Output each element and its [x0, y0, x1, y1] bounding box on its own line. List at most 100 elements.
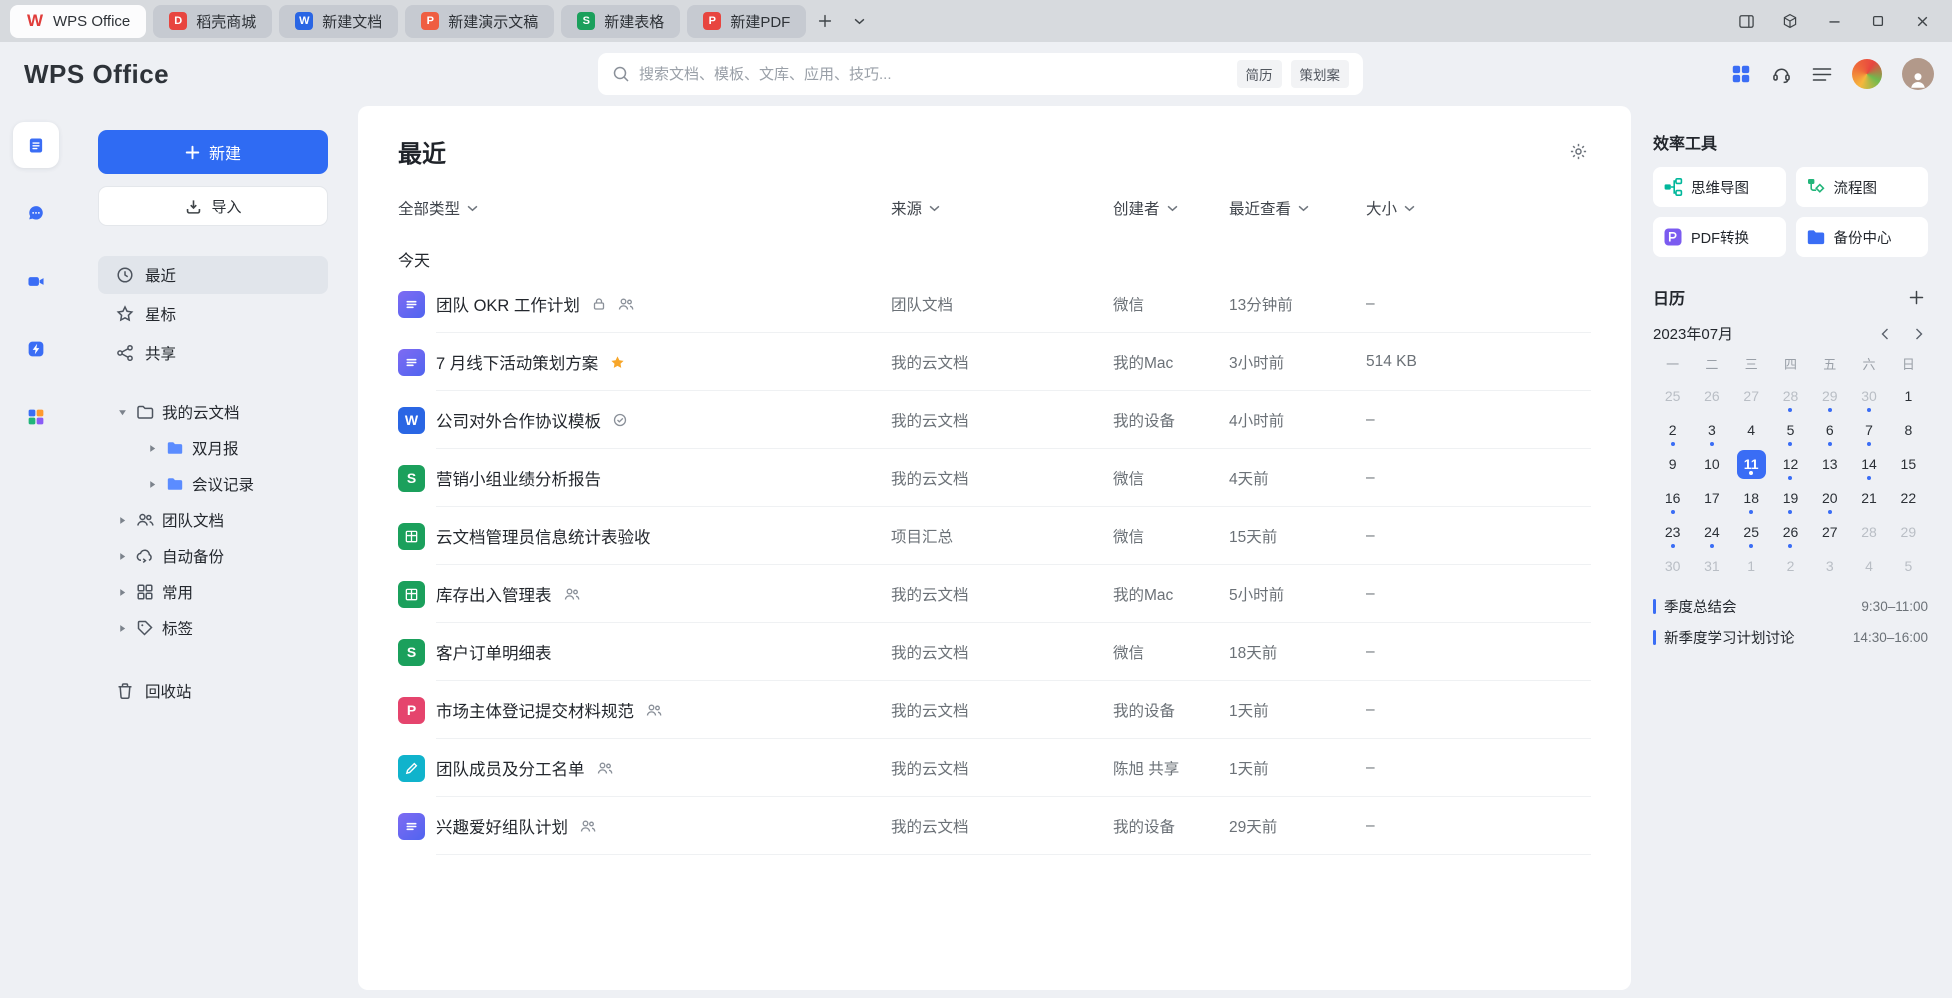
tree-item-my-cloud-docs[interactable]: 我的云文档: [98, 394, 328, 430]
caret-right-icon[interactable]: [116, 552, 128, 561]
file-row[interactable]: 团队 OKR 工作计划团队文档微信13分钟前–: [398, 275, 1591, 333]
filter-last-viewed[interactable]: 最近查看: [1229, 197, 1366, 219]
settings-gear-button[interactable]: [1565, 139, 1591, 165]
calendar-day[interactable]: 13: [1810, 448, 1849, 480]
tool-mindmap[interactable]: 思维导图: [1653, 167, 1786, 207]
calendar-day[interactable]: 28: [1849, 516, 1888, 548]
widgets-box-button[interactable]: [1768, 0, 1812, 42]
file-row[interactable]: S客户订单明细表我的云文档微信18天前–: [398, 623, 1591, 681]
avatar[interactable]: [1902, 58, 1934, 90]
calendar-day[interactable]: 9: [1653, 448, 1692, 480]
calendar-day[interactable]: 29: [1889, 516, 1928, 548]
file-row[interactable]: P市场主体登记提交材料规范我的云文档我的设备1天前–: [398, 681, 1591, 739]
calendar-day[interactable]: 24: [1692, 516, 1731, 548]
calendar-next-button[interactable]: [1910, 325, 1928, 343]
tab-2[interactable]: W新建文档: [279, 5, 398, 38]
calendar-day[interactable]: 26: [1692, 380, 1731, 412]
caret-right-icon[interactable]: [116, 516, 128, 525]
trash-item[interactable]: 回收站: [98, 672, 328, 710]
rail-item-app-center[interactable]: [13, 394, 59, 440]
file-row[interactable]: S营销小组业绩分析报告我的云文档微信4天前–: [398, 449, 1591, 507]
calendar-day[interactable]: 4: [1732, 414, 1771, 446]
tab-0[interactable]: WWPS Office: [10, 5, 146, 38]
caret-right-icon[interactable]: [146, 480, 158, 489]
calendar-day[interactable]: 21: [1849, 482, 1888, 514]
calendar-day[interactable]: 15: [1889, 448, 1928, 480]
calendar-day[interactable]: 29: [1810, 380, 1849, 412]
calendar-day[interactable]: 11: [1732, 448, 1771, 480]
caret-right-icon[interactable]: [146, 444, 158, 453]
sidebar-item-starred[interactable]: 星标: [98, 295, 328, 333]
search-input[interactable]: [639, 66, 1228, 83]
calendar-day[interactable]: 22: [1889, 482, 1928, 514]
calendar-day[interactable]: 27: [1732, 380, 1771, 412]
calendar-day[interactable]: 3: [1692, 414, 1731, 446]
calendar-prev-button[interactable]: [1876, 325, 1894, 343]
calendar-day[interactable]: 30: [1653, 550, 1692, 582]
minimize-button[interactable]: [1812, 0, 1856, 42]
new-tab-button[interactable]: [810, 6, 840, 36]
calendar-day[interactable]: 27: [1810, 516, 1849, 548]
calendar-day[interactable]: 2: [1653, 414, 1692, 446]
layout-panel-button[interactable]: [1724, 0, 1768, 42]
calendar-day[interactable]: 6: [1810, 414, 1849, 446]
calendar-day[interactable]: 5: [1889, 550, 1928, 582]
tab-list-chevron-button[interactable]: [844, 6, 874, 36]
tree-item-tags[interactable]: 标签: [98, 610, 328, 646]
search-tag-plan[interactable]: 策划案: [1291, 60, 1350, 88]
tool-backup-center[interactable]: 备份中心: [1796, 217, 1929, 257]
calendar-day[interactable]: 4: [1849, 550, 1888, 582]
calendar-day[interactable]: 23: [1653, 516, 1692, 548]
menu-icon[interactable]: [1812, 66, 1832, 83]
calendar-day[interactable]: 3: [1810, 550, 1849, 582]
new-document-button[interactable]: 新建: [98, 130, 328, 174]
calendar-day[interactable]: 1: [1889, 380, 1928, 412]
tree-item-frequent[interactable]: 常用: [98, 574, 328, 610]
calendar-day[interactable]: 2: [1771, 550, 1810, 582]
calendar-day[interactable]: 31: [1692, 550, 1731, 582]
calendar-day[interactable]: 30: [1849, 380, 1888, 412]
file-row[interactable]: 团队成员及分工名单我的云文档陈旭 共享1天前–: [398, 739, 1591, 797]
tree-item-bimonthly-report[interactable]: 双月报: [98, 430, 328, 466]
sidebar-item-recent[interactable]: 最近: [98, 256, 328, 294]
apps-grid-icon[interactable]: [1731, 64, 1751, 84]
calendar-day[interactable]: 14: [1849, 448, 1888, 480]
rail-item-docs-home[interactable]: [13, 122, 59, 168]
calendar-day[interactable]: 10: [1692, 448, 1731, 480]
file-row[interactable]: W公司对外合作协议模板我的云文档我的设备4小时前–: [398, 391, 1591, 449]
calendar-day[interactable]: 28: [1771, 380, 1810, 412]
search-tag-resume[interactable]: 简历: [1237, 60, 1282, 88]
caret-right-icon[interactable]: [116, 588, 128, 597]
calendar-day[interactable]: 18: [1732, 482, 1771, 514]
import-button[interactable]: 导入: [98, 186, 328, 226]
calendar-day[interactable]: 25: [1653, 380, 1692, 412]
tab-1[interactable]: D稻壳商城: [153, 5, 272, 38]
event-item[interactable]: 新季度学习计划讨论 14:30–16:00: [1653, 627, 1928, 648]
calendar-day[interactable]: 16: [1653, 482, 1692, 514]
close-button[interactable]: [1900, 0, 1944, 42]
tree-item-auto-backup[interactable]: 自动备份: [98, 538, 328, 574]
file-row[interactable]: 兴趣爱好组队计划我的云文档我的设备29天前–: [398, 797, 1591, 855]
file-row[interactable]: 7 月线下活动策划方案我的云文档我的Mac3小时前514 KB: [398, 333, 1591, 391]
tool-flowchart[interactable]: 流程图: [1796, 167, 1929, 207]
caret-down-icon[interactable]: [116, 408, 128, 417]
tab-3[interactable]: P新建演示文稿: [405, 5, 554, 38]
caret-right-icon[interactable]: [116, 624, 128, 633]
tab-4[interactable]: S新建表格: [561, 5, 680, 38]
tree-item-meeting-notes[interactable]: 会议记录: [98, 466, 328, 502]
sidebar-item-shared[interactable]: 共享: [98, 334, 328, 372]
calendar-day[interactable]: 26: [1771, 516, 1810, 548]
file-row[interactable]: 库存出入管理表我的云文档我的Mac5小时前–: [398, 565, 1591, 623]
calendar-day[interactable]: 19: [1771, 482, 1810, 514]
filter-size[interactable]: 大小: [1366, 197, 1591, 219]
tab-5[interactable]: P新建PDF: [687, 5, 806, 38]
filter-type[interactable]: 全部类型: [398, 197, 891, 219]
tree-item-team-docs[interactable]: 团队文档: [98, 502, 328, 538]
calendar-day[interactable]: 12: [1771, 448, 1810, 480]
calendar-day[interactable]: 1: [1732, 550, 1771, 582]
calendar-day[interactable]: 17: [1692, 482, 1731, 514]
rail-item-quick-access[interactable]: [13, 326, 59, 372]
maximize-button[interactable]: [1856, 0, 1900, 42]
tool-pdf-convert[interactable]: PDF转换: [1653, 217, 1786, 257]
calendar-day[interactable]: 5: [1771, 414, 1810, 446]
